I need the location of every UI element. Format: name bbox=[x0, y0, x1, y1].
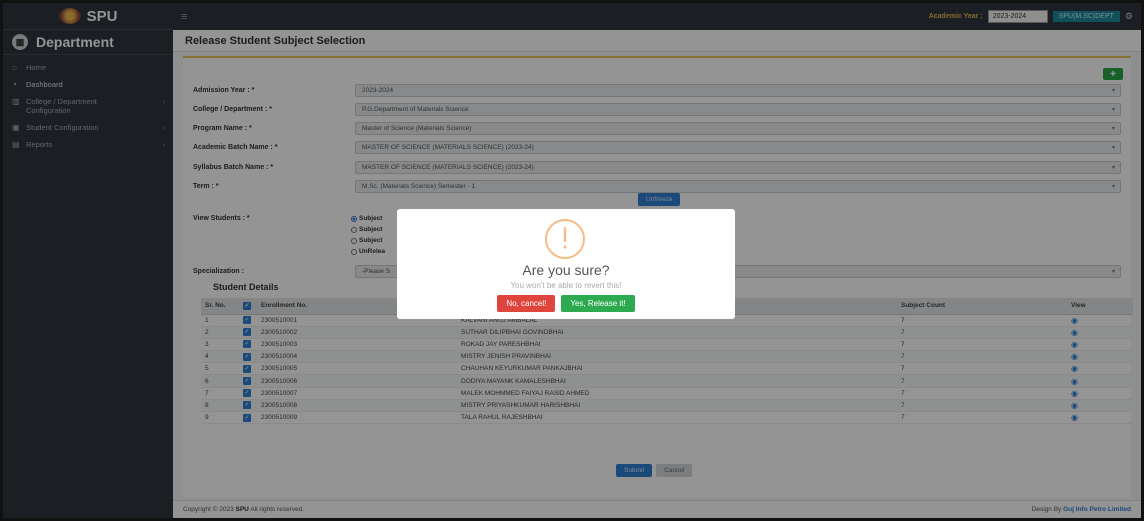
confirm-dialog: Are you sure? You won't be able to rever… bbox=[397, 209, 735, 319]
yes-release-button[interactable]: Yes, Release it! bbox=[561, 295, 635, 312]
app-window: SPU ▦ Department ⌂ Home ◔ Dashboard ▥ Colle… bbox=[0, 0, 1144, 521]
dialog-title: Are you sure? bbox=[522, 262, 610, 278]
dialog-buttons: No, cancel! Yes, Release it! bbox=[397, 295, 735, 312]
no-cancel-button[interactable]: No, cancel! bbox=[497, 295, 556, 312]
warning-icon bbox=[545, 219, 585, 259]
dialog-text: You won't be able to revert this! bbox=[510, 281, 622, 290]
